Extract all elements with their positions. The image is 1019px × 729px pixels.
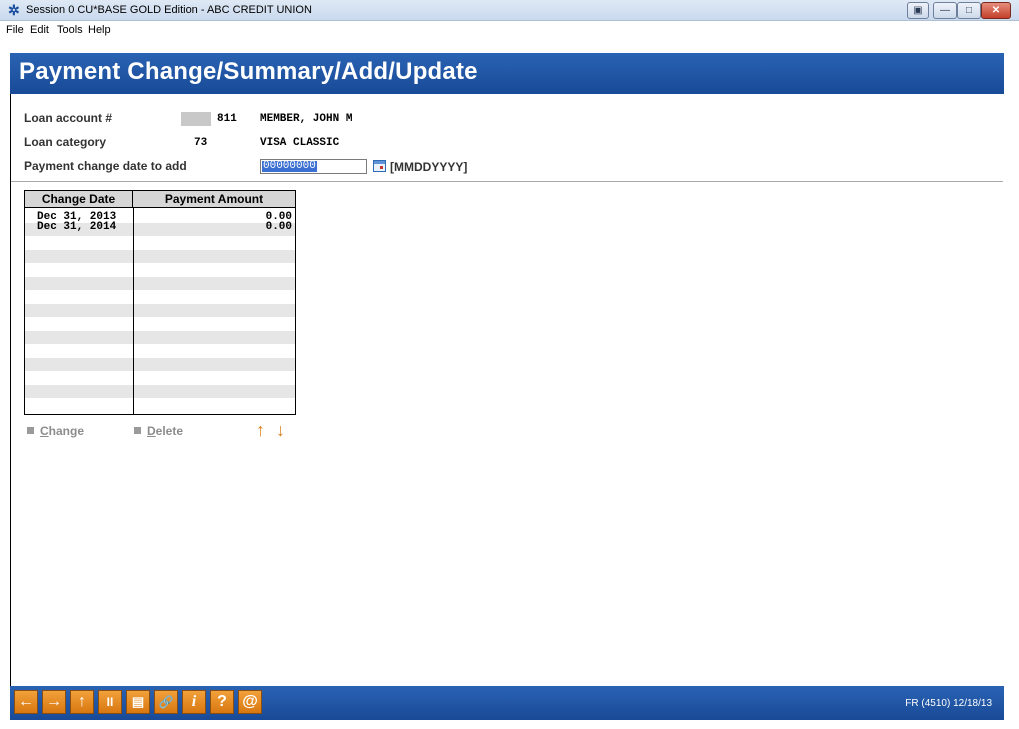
window-titlebar: ✲ Session 0 CU*BASE GOLD Edition - ABC C…: [0, 0, 1019, 21]
grid-stripe: [25, 277, 295, 290]
menu-help[interactable]: Help: [88, 24, 111, 36]
column-header-payment-amount[interactable]: Payment Amount: [133, 191, 295, 208]
grid-stripe: [25, 331, 295, 344]
change-action-hotkey: C: [40, 424, 49, 438]
at-sign-icon[interactable]: @: [238, 690, 262, 714]
grid-stripe: [25, 385, 295, 398]
menu-file[interactable]: File: [6, 24, 24, 36]
print-icon[interactable]: ▤: [126, 690, 150, 714]
loan-account-suffix: 811: [217, 113, 237, 125]
help-icon[interactable]: ?: [210, 690, 234, 714]
cu-star-icon: ✲: [8, 2, 20, 18]
menu-edit[interactable]: Edit: [30, 24, 49, 36]
close-button[interactable]: ✕: [981, 2, 1011, 19]
change-action[interactable]: Change: [27, 424, 84, 438]
back-arrow-icon[interactable]: ←: [14, 690, 38, 714]
grid-stripe: [25, 358, 295, 371]
menu-bar: File Edit Tools Help: [0, 21, 1019, 39]
window-title: Session 0 CU*BASE GOLD Edition - ABC CRE…: [26, 4, 312, 16]
pause-icon[interactable]: II: [98, 690, 122, 714]
minimize-button[interactable]: —: [933, 2, 957, 19]
section-divider: [11, 181, 1003, 182]
page-title: Payment Change/Summary/Add/Update: [19, 58, 478, 85]
up-arrow-icon[interactable]: ↑: [70, 690, 94, 714]
change-date-value: 00000000: [262, 160, 317, 172]
cell-payment-amount: 0.00: [265, 221, 292, 233]
delete-action[interactable]: Delete: [134, 424, 183, 438]
payment-change-grid: Change Date Payment Amount Dec 31, 2013 …: [24, 190, 296, 415]
info-icon[interactable]: i: [182, 690, 206, 714]
change-action-label: hange: [48, 424, 85, 438]
bullet-icon: [134, 427, 141, 434]
member-name: MEMBER, JOHN M: [260, 113, 353, 125]
loan-category-desc: VISA CLASSIC: [260, 137, 340, 149]
column-header-change-date[interactable]: Change Date: [25, 191, 133, 208]
move-up-arrow-icon[interactable]: ↑: [256, 420, 265, 441]
change-date-label: Payment change date to add: [24, 159, 187, 173]
cell-change-date: Dec 31, 2014: [37, 221, 117, 233]
loan-category-code: 73: [194, 137, 208, 149]
footer-toolbar: ← → ↑ II ▤ 🔗 i ? @ FR (4510) 12/18/13: [10, 686, 1004, 720]
loan-category-label: Loan category: [24, 135, 107, 149]
column-separator: [133, 208, 134, 414]
move-down-arrow-icon[interactable]: ↓: [276, 420, 285, 441]
forward-arrow-icon[interactable]: →: [42, 690, 66, 714]
delete-action-hotkey: D: [147, 424, 156, 438]
link-icon[interactable]: 🔗: [154, 690, 178, 714]
bullet-icon: [27, 427, 34, 434]
grid-stripe: [25, 304, 295, 317]
grid-stripe: [25, 250, 295, 263]
page-header: Payment Change/Summary/Add/Update: [10, 53, 1004, 94]
delete-action-label: elete: [155, 424, 184, 438]
screen-code: FR (4510) 12/18/13: [905, 698, 992, 709]
loan-account-label: Loan account #: [24, 111, 113, 125]
calendar-icon[interactable]: [373, 160, 386, 172]
content-left-border: [10, 94, 11, 719]
maximize-button[interactable]: □: [957, 2, 981, 19]
special-window-button[interactable]: ▣: [907, 2, 929, 19]
menu-tools[interactable]: Tools: [57, 24, 83, 36]
loan-account-masked-field: [181, 112, 211, 126]
change-date-input[interactable]: 00000000: [260, 159, 367, 174]
date-format-hint: [MMDDYYYY]: [390, 160, 468, 174]
